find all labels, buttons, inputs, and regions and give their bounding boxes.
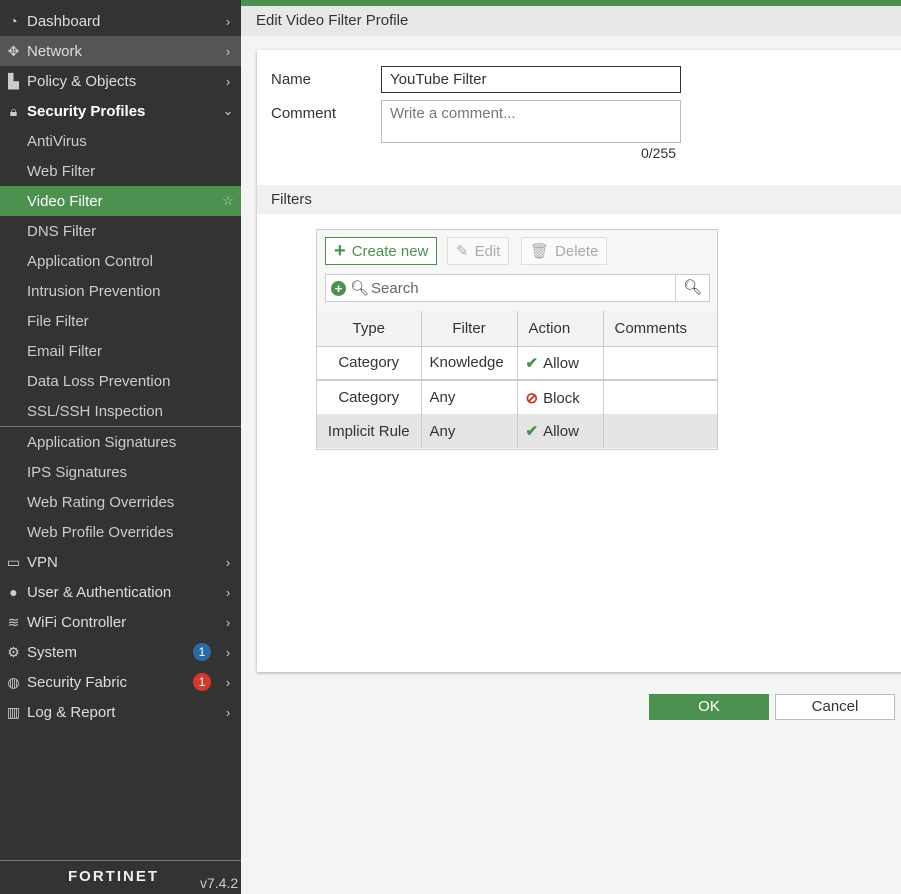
comment-input[interactable]: Write a comment... xyxy=(381,100,681,143)
sidebar-item-policy-objects[interactable]: ▙ Policy & Objects › xyxy=(0,66,241,96)
network-icon: ✥ xyxy=(7,42,20,59)
sidebar-item-application-signatures[interactable]: Application Signatures xyxy=(0,427,241,457)
fortinet-logo: FORTINET xyxy=(68,868,159,885)
chevron-right-icon: › xyxy=(225,704,231,720)
plus-icon: + xyxy=(334,239,346,262)
name-label: Name xyxy=(271,71,312,88)
version-label: v7.4.2 xyxy=(200,875,239,891)
sidebar-item-security-fabric[interactable]: ◍ Security Fabric 1 › xyxy=(0,667,241,697)
table-row[interactable]: Implicit Rule Any ✔ Allow xyxy=(317,414,717,448)
divider xyxy=(0,426,241,427)
search-input[interactable]: + 🔍︎ Search 🔍︎ xyxy=(325,274,710,302)
sidebar-item-dashboard[interactable]: ◔ Dashboard › xyxy=(0,6,241,36)
delete-button[interactable]: 🗑 Delete xyxy=(521,237,608,265)
chevron-right-icon: › xyxy=(225,584,231,600)
dashboard-icon: ◔ xyxy=(9,13,18,29)
notification-badge: 1 xyxy=(193,673,211,691)
search-button-icon[interactable]: 🔍︎ xyxy=(675,275,709,301)
sidebar-item-web-filter[interactable]: Web Filter xyxy=(0,156,241,186)
name-input[interactable]: YouTube Filter xyxy=(381,66,681,93)
sidebar-item-email-filter[interactable]: Email Filter xyxy=(0,336,241,366)
comment-label: Comment xyxy=(271,105,337,122)
filters-section-title: Filters xyxy=(257,185,901,214)
sidebar-item-vpn[interactable]: ▭ VPN › xyxy=(0,547,241,577)
ok-button[interactable]: OK xyxy=(649,694,769,720)
sidebar-item-log-report[interactable]: ▥ Log & Report › xyxy=(0,697,241,727)
add-filter-icon[interactable]: + xyxy=(331,280,346,296)
user-icon: ● xyxy=(9,584,18,600)
cancel-button[interactable]: Cancel xyxy=(775,694,895,720)
chart-icon: ▥ xyxy=(6,703,21,720)
sidebar-item-antivirus[interactable]: AntiVirus xyxy=(0,126,241,156)
sidebar-item-system[interactable]: ⚙ System 1 › xyxy=(0,637,241,667)
sidebar-item-data-loss-prevention[interactable]: Data Loss Prevention xyxy=(0,366,241,396)
sidebar-item-ips-signatures[interactable]: IPS Signatures xyxy=(0,457,241,487)
pencil-icon: ✎ xyxy=(456,243,469,260)
chevron-right-icon: › xyxy=(225,554,231,570)
col-action[interactable]: Action xyxy=(517,311,604,347)
filters-table: + Create new ✎ Edit 🗑 Delete + 🔍︎ Search 🔍︎… xyxy=(316,229,718,450)
sidebar-item-web-profile-overrides[interactable]: Web Profile Overrides xyxy=(0,517,241,547)
sidebar-item-intrusion-prevention[interactable]: Intrusion Prevention xyxy=(0,276,241,306)
divider xyxy=(0,860,241,861)
trash-icon: 🗑 xyxy=(530,243,550,260)
chevron-right-icon: › xyxy=(225,73,231,89)
search-icon: 🔍︎ xyxy=(350,280,370,297)
sidebar-item-video-filter[interactable]: Video Filter ☆ xyxy=(0,186,241,216)
sidebar-item-application-control[interactable]: Application Control xyxy=(0,246,241,276)
col-comments[interactable]: Comments xyxy=(603,311,717,347)
chevron-right-icon: › xyxy=(225,13,231,29)
page-title: Edit Video Filter Profile xyxy=(241,6,901,36)
table-row[interactable]: Category Knowledge ✔ Allow xyxy=(317,346,717,381)
sidebar-item-security-profiles[interactable]: 🔒︎ Security Profiles ⌄ xyxy=(0,96,241,126)
check-icon: ✔ xyxy=(525,354,539,372)
chevron-right-icon: › xyxy=(225,43,231,59)
sidebar-item-wifi-controller[interactable]: ≋ WiFi Controller › xyxy=(0,607,241,637)
create-new-button[interactable]: + Create new xyxy=(325,237,438,265)
comment-char-count: 0/255 xyxy=(641,145,677,161)
chevron-right-icon: › xyxy=(225,614,231,630)
fabric-icon: ◍ xyxy=(7,673,20,690)
sidebar-item-web-rating-overrides[interactable]: Web Rating Overrides xyxy=(0,487,241,517)
chevron-down-icon: ⌄ xyxy=(222,103,234,118)
gear-icon: ⚙ xyxy=(7,643,20,660)
policy-icon: ▙ xyxy=(8,72,19,89)
filters-grid: Type Filter Action Comments Category Kno… xyxy=(317,311,717,448)
col-filter[interactable]: Filter xyxy=(421,311,518,347)
laptop-icon: ▭ xyxy=(6,553,21,570)
edit-panel: Name YouTube Filter Comment Write a comm… xyxy=(257,50,901,672)
chevron-right-icon: › xyxy=(225,644,231,660)
sidebar-item-user-authentication[interactable]: ● User & Authentication › xyxy=(0,577,241,607)
sidebar-item-network[interactable]: ✥ Network › xyxy=(0,36,241,66)
sidebar: ◔ Dashboard › ✥ Network › ▙ Policy & Objects › 🔒︎… xyxy=(0,0,241,894)
wifi-icon: ≋ xyxy=(7,613,20,630)
col-type[interactable]: Type xyxy=(317,311,422,347)
chevron-right-icon: › xyxy=(225,674,231,690)
lock-icon: 🔒︎ xyxy=(9,102,18,119)
edit-button[interactable]: ✎ Edit xyxy=(447,237,510,265)
check-icon: ✔ xyxy=(525,423,539,440)
sidebar-item-dns-filter[interactable]: DNS Filter xyxy=(0,216,241,246)
notification-badge: 1 xyxy=(193,643,211,661)
block-icon: ⊘ xyxy=(525,389,539,407)
sidebar-item-ssl-ssh-inspection[interactable]: SSL/SSH Inspection xyxy=(0,396,241,426)
sidebar-item-file-filter[interactable]: File Filter xyxy=(0,306,241,336)
star-icon[interactable]: ☆ xyxy=(215,193,241,209)
table-row[interactable]: Category Any ⊘ Block xyxy=(317,380,717,414)
